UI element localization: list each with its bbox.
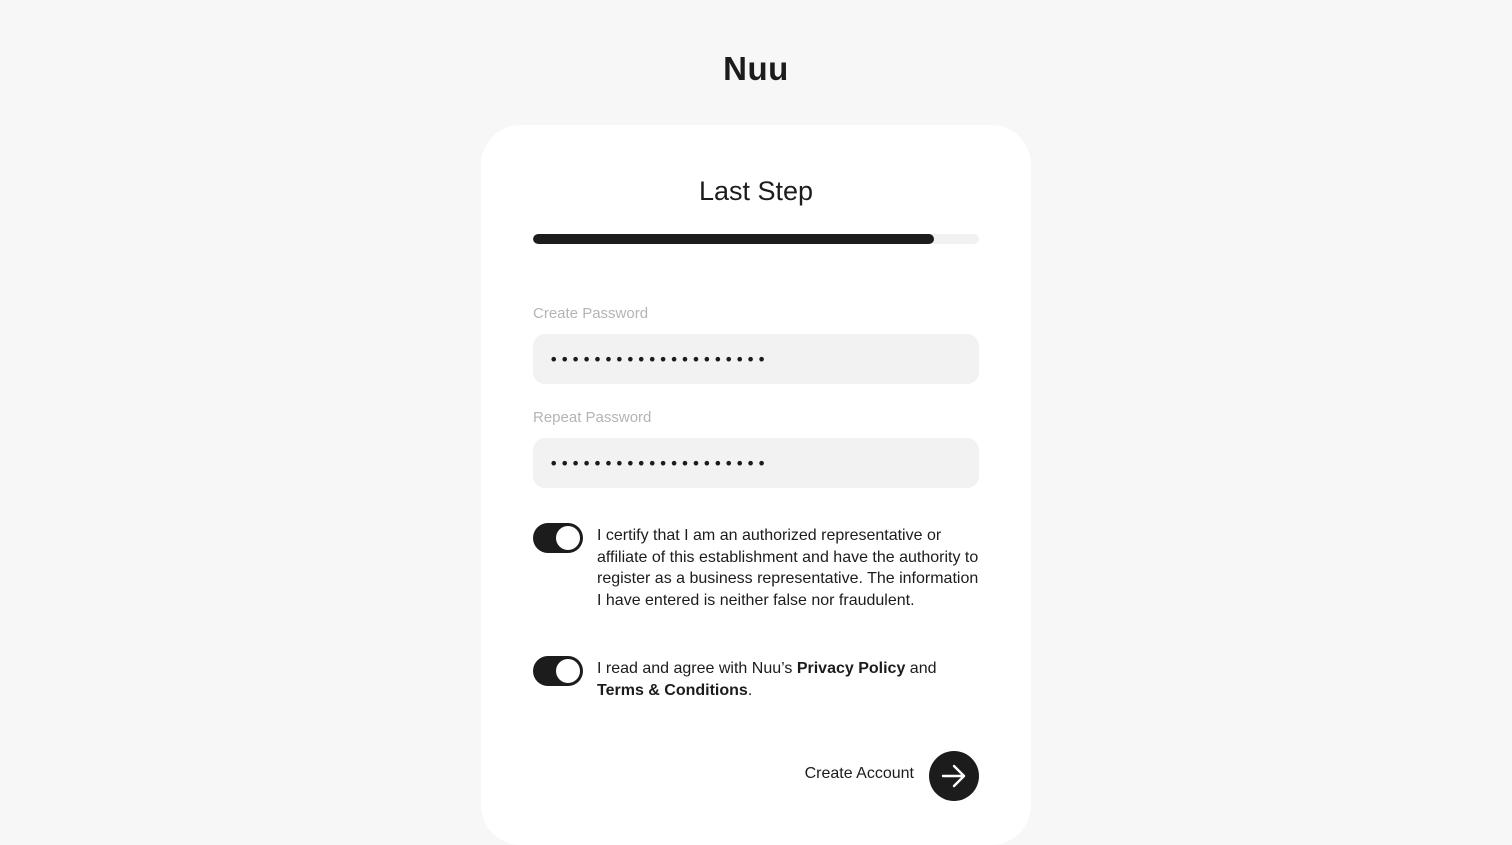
repeat-password-label: Repeat Password bbox=[533, 409, 652, 426]
agree-terms-toggle-knob bbox=[556, 659, 580, 683]
certify-toggle-knob bbox=[556, 526, 580, 550]
progress-bar bbox=[533, 234, 979, 244]
agree-terms-text: I read and agree with Nuu’s Privacy Poli… bbox=[597, 658, 979, 701]
create-password-input[interactable] bbox=[533, 334, 979, 384]
agree-text-suffix: . bbox=[747, 681, 753, 699]
repeat-password-input[interactable] bbox=[533, 438, 979, 488]
certify-text: I certify that I am an authorized repres… bbox=[597, 527, 979, 610]
progress-bar-fill bbox=[533, 234, 935, 244]
brand-logo: Nuu bbox=[723, 50, 789, 87]
certify-toggle[interactable] bbox=[533, 523, 583, 553]
create-password-label: Create Password bbox=[533, 305, 649, 322]
page-title: Last Step bbox=[698, 176, 814, 206]
agree-text-middle: and bbox=[905, 660, 937, 677]
agree-terms-toggle[interactable] bbox=[533, 656, 583, 686]
arrow-right-icon bbox=[941, 764, 966, 788]
create-account-button[interactable] bbox=[929, 751, 979, 801]
terms-conditions-link[interactable]: Terms & Conditions bbox=[597, 682, 748, 699]
create-account-label[interactable]: Create Account bbox=[742, 765, 914, 783]
privacy-policy-link[interactable]: Privacy Policy bbox=[797, 660, 906, 677]
agree-text-prefix: I read and agree with Nuu’s bbox=[597, 660, 797, 677]
